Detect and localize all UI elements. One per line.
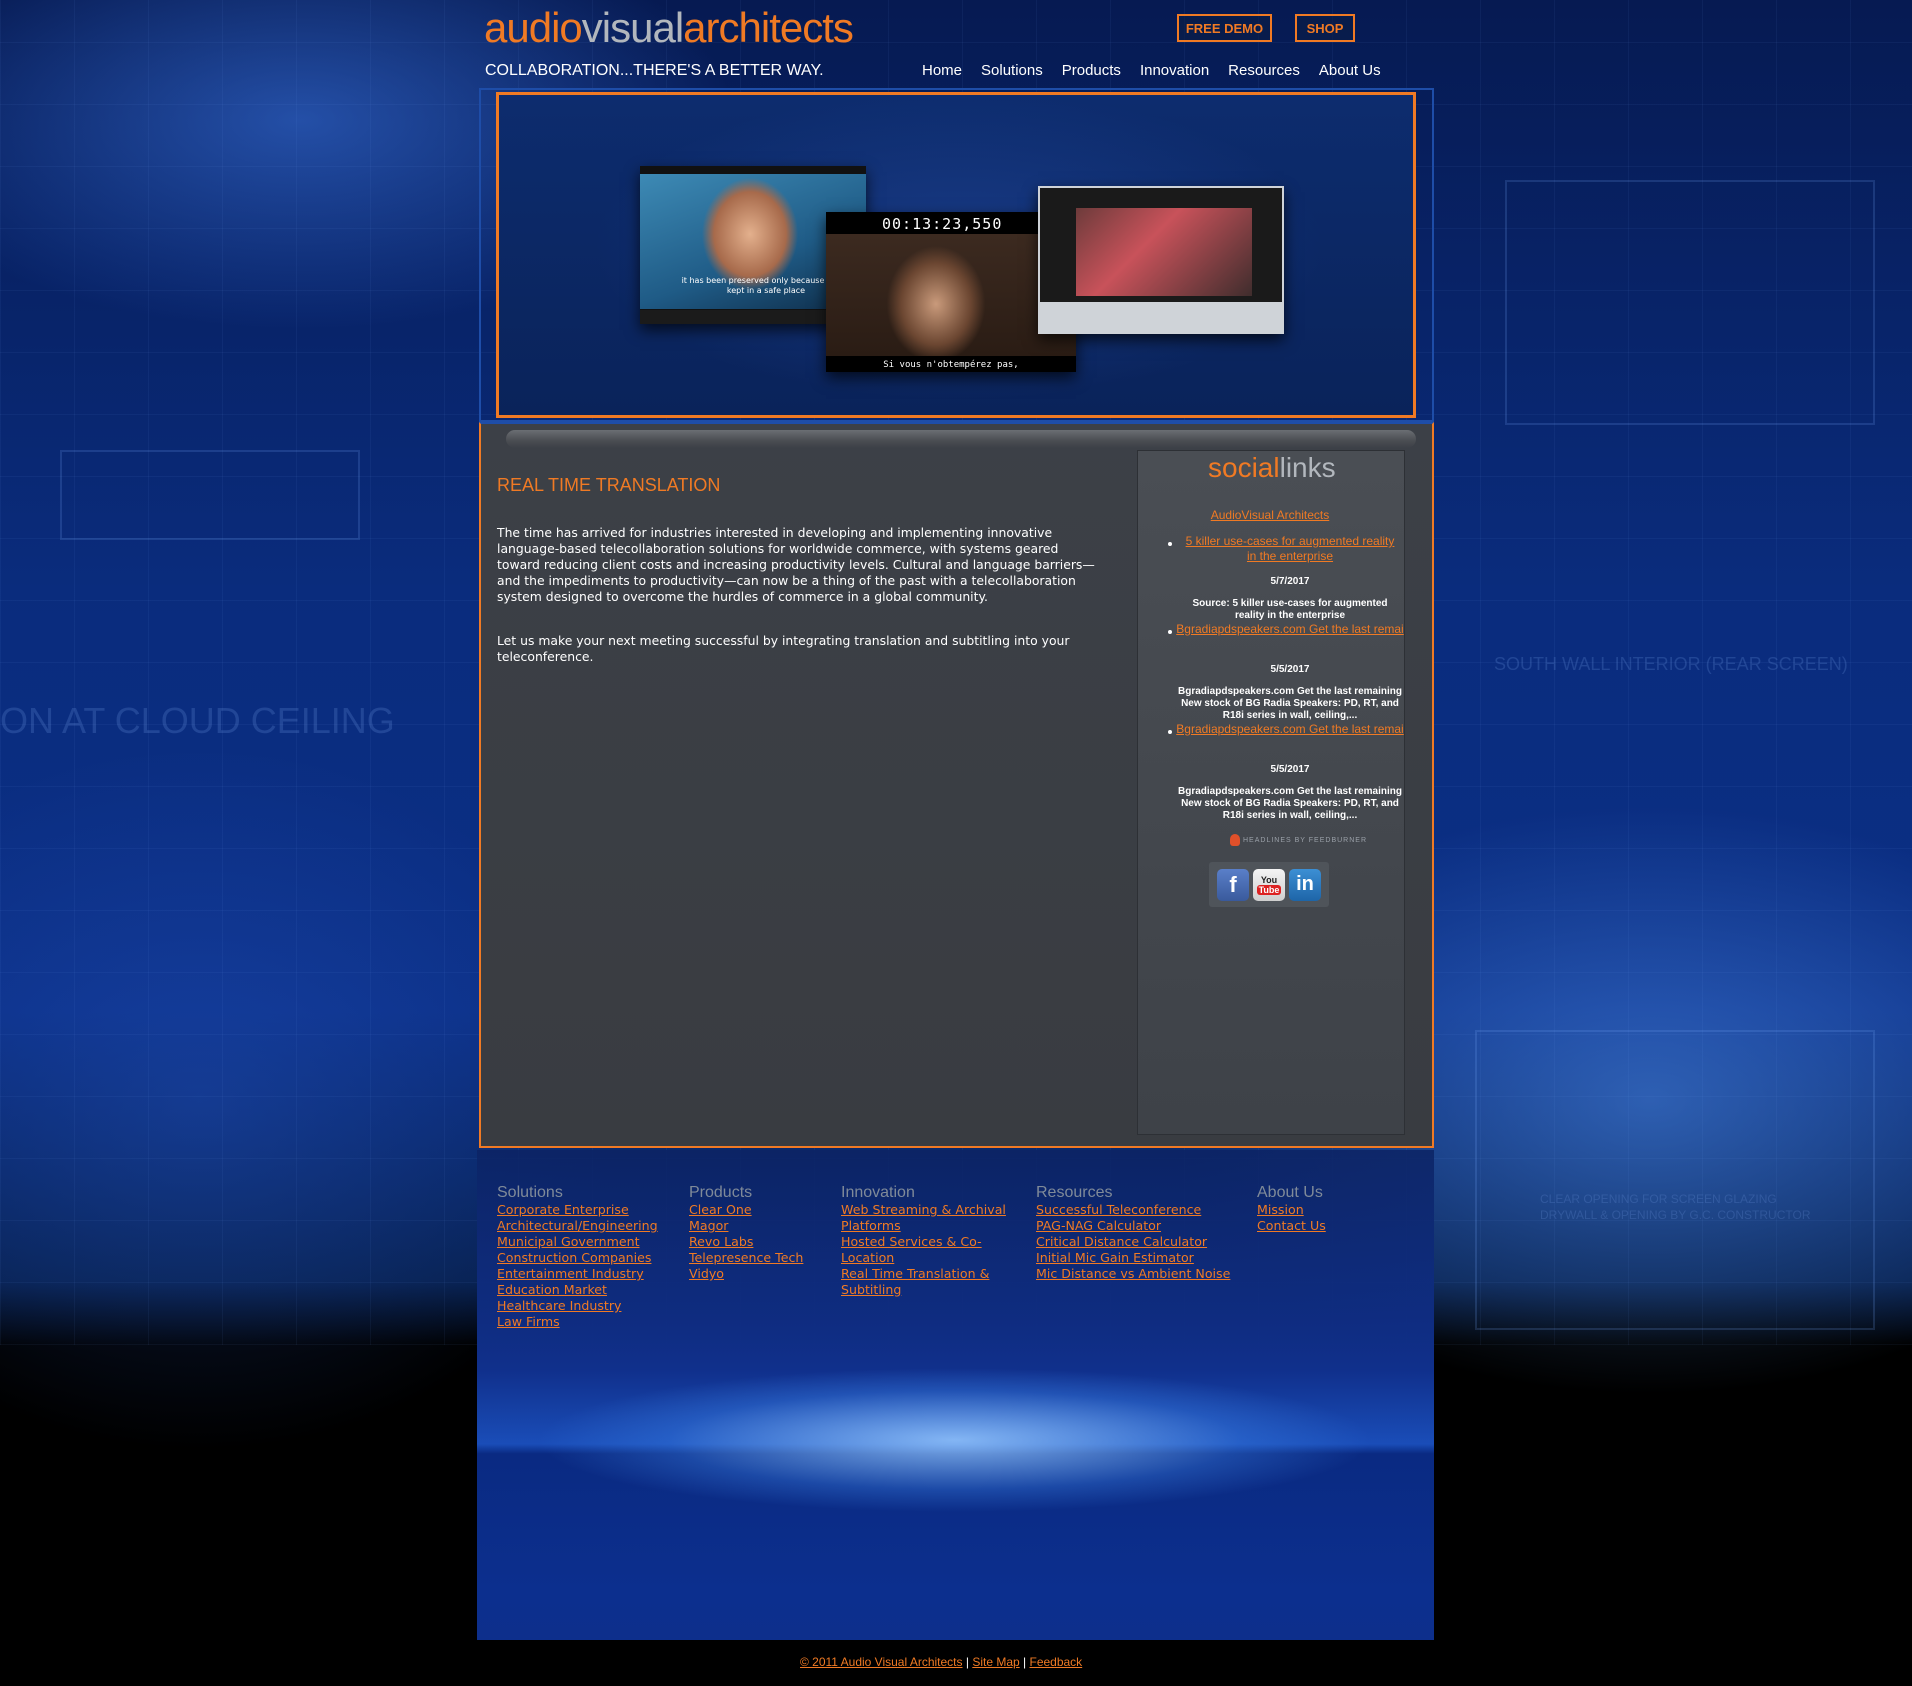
footer-link[interactable]: Entertainment Industry [497,1266,658,1282]
content-top-strip [506,430,1416,448]
footer-link[interactable]: Mic Distance vs Ambient Noise [1036,1266,1230,1282]
footer-link[interactable]: Revo Labs [689,1234,803,1250]
video-player-controls [1040,302,1282,332]
list-bullet [1168,630,1172,634]
site-tagline: COLLABORATION...THERE'S A BETTER WAY. [485,62,824,79]
blueprint-label: ON AT CLOUD CEILING [0,700,395,741]
footer-link[interactable]: Municipal Government [497,1234,658,1250]
blueprint-frame [1505,180,1875,425]
feed-item-link[interactable]: Bgradiapdspeakers.com Get the last remai [1175,722,1405,737]
shop-button[interactable]: SHOP [1295,14,1355,42]
feed-item-date: 5/5/2017 [1270,764,1310,775]
footer-link[interactable]: Clear One [689,1202,803,1218]
page-title: REAL TIME TRANSLATION [497,475,721,495]
footer-link[interactable]: Hosted Services & Co- [841,1234,1006,1250]
footer-column-products: Products Clear One Magor Revo Labs Telep… [689,1184,803,1282]
footer-heading: Resources [1036,1184,1113,1201]
main-nav: Home Solutions Products Innovation Resou… [922,62,1381,79]
footer-heading: Innovation [841,1184,915,1201]
blueprint-frame [60,450,360,540]
video-scene [1076,208,1252,296]
footer-link[interactable]: Construction Companies [497,1250,658,1266]
footer-link[interactable]: Healthcare Industry [497,1298,658,1314]
youtube-glyph-tube: Tube [1256,884,1282,895]
logo-word-visual: visual [581,4,684,51]
intro-paragraph: The time has arrived for industries inte… [497,525,1095,604]
cta-paragraph: Let us make your next meeting successful… [497,633,1070,664]
feedburner-badge[interactable]: HEADLINES BY FEEDBURNER [1230,834,1367,846]
footer-link[interactable]: Web Streaming & Archival [841,1202,1006,1218]
facebook-icon[interactable]: f [1217,868,1249,901]
logo-word-audio: audio [484,4,583,51]
footer-link[interactable]: Corporate Enterprise [497,1202,658,1218]
copyright-bar: © 2011 Audio Visual Architects | Site Ma… [800,1655,1082,1669]
sitemap-link[interactable]: Site Map [972,1655,1019,1669]
nav-item-products[interactable]: Products [1062,62,1121,79]
logo-word-architects: architects [683,4,854,51]
social-icons-bar: f You Tube in [1209,862,1329,907]
blueprint-label: DRYWALL & OPENING BY G.C. CONSTRUCTOR [1540,1208,1811,1222]
footer-link[interactable]: Vidyo [689,1266,803,1282]
linkedin-icon[interactable]: in [1289,868,1321,901]
feedback-link[interactable]: Feedback [1029,1655,1082,1669]
social-title-word: social [1208,452,1280,483]
copyright-link[interactable]: © 2011 Audio Visual Architects [800,1655,963,1669]
footer-heading: Products [689,1184,753,1201]
footer-column-innovation: Innovation Web Streaming & Archival Plat… [841,1184,1006,1298]
footer-link[interactable]: Initial Mic Gain Estimator [1036,1250,1230,1266]
footer-link[interactable]: Magor [689,1218,803,1234]
feed-item-description: Bgradiapdspeakers.com Get the last remai… [1178,686,1402,721]
feed-item-link[interactable]: 5 killer use-cases for augmented reality… [1185,534,1395,564]
social-links-title: sociallinks [1208,452,1336,484]
footer-column-solutions: Solutions Corporate Enterprise Architect… [497,1184,658,1330]
footer-link[interactable]: Location [841,1250,1006,1266]
footer-link[interactable]: Mission [1257,1202,1326,1218]
list-bullet [1168,730,1172,734]
nav-item-about-us[interactable]: About Us [1319,62,1381,79]
feedburner-label: HEADLINES BY FEEDBURNER [1243,836,1368,844]
video-screenshot-3 [1038,186,1284,334]
list-bullet [1168,542,1172,546]
footer-link[interactable]: PAG-NAG Calculator [1036,1218,1230,1234]
footer-heading: Solutions [497,1184,563,1201]
footer-column-resources: Resources Successful Teleconference PAG-… [1036,1184,1230,1282]
video-timecode: 00:13:23,550 [882,215,1003,233]
facebook-glyph: f [1229,871,1237,897]
blueprint-label: CLEAR OPENING FOR SCREEN GLAZING [1540,1192,1777,1206]
linkedin-glyph: in [1296,873,1314,895]
youtube-icon[interactable]: You Tube [1253,868,1285,901]
footer-link[interactable]: Education Market [497,1282,658,1298]
feedburner-icon [1230,834,1240,846]
footer-link[interactable]: Telepresence Tech [689,1250,803,1266]
footer-column-about-us: About Us Mission Contact Us [1257,1184,1326,1234]
feed-item-description: Source: 5 killer use-cases for augmented… [1192,598,1388,621]
nav-item-solutions[interactable]: Solutions [981,62,1043,79]
feed-item-date: 5/7/2017 [1270,576,1310,587]
separator: | [965,1655,969,1669]
footer-heading: About Us [1257,1184,1323,1201]
nav-item-innovation[interactable]: Innovation [1140,62,1209,79]
feed-item-link[interactable]: Bgradiapdspeakers.com Get the last remai [1175,622,1405,637]
feed-item-description: Bgradiapdspeakers.com Get the last remai… [1178,786,1402,821]
separator: | [1023,1655,1027,1669]
footer-link[interactable]: Successful Teleconference [1036,1202,1230,1218]
footer-link[interactable]: Real Time Translation & [841,1266,1006,1282]
footer-link[interactable]: Contact Us [1257,1218,1326,1234]
footer-link[interactable]: Platforms [841,1218,1006,1234]
feed-item-date: 5/5/2017 [1270,664,1310,675]
site-logo[interactable]: audiovisualarchitects [484,4,854,52]
blueprint-label: SOUTH WALL INTERIOR (REAR SCREEN) [1494,654,1848,674]
nav-item-home[interactable]: Home [922,62,962,79]
video-subtitle: Si vous n'obtempérez pas, [883,360,1019,370]
footer-link[interactable]: Critical Distance Calculator [1036,1234,1230,1250]
feed-title-link[interactable]: AudioVisual Architects [1185,508,1355,523]
blueprint-frame [1475,1030,1875,1330]
youtube-glyph-you: You [1260,874,1278,885]
footer-link[interactable]: Architectural/Engineering [497,1218,658,1234]
social-title-word: links [1279,452,1336,483]
nav-item-resources[interactable]: Resources [1228,62,1300,79]
free-demo-button[interactable]: FREE DEMO [1177,14,1272,42]
footer-link[interactable]: Law Firms [497,1314,658,1330]
footer-link[interactable]: Subtitling [841,1282,1006,1298]
